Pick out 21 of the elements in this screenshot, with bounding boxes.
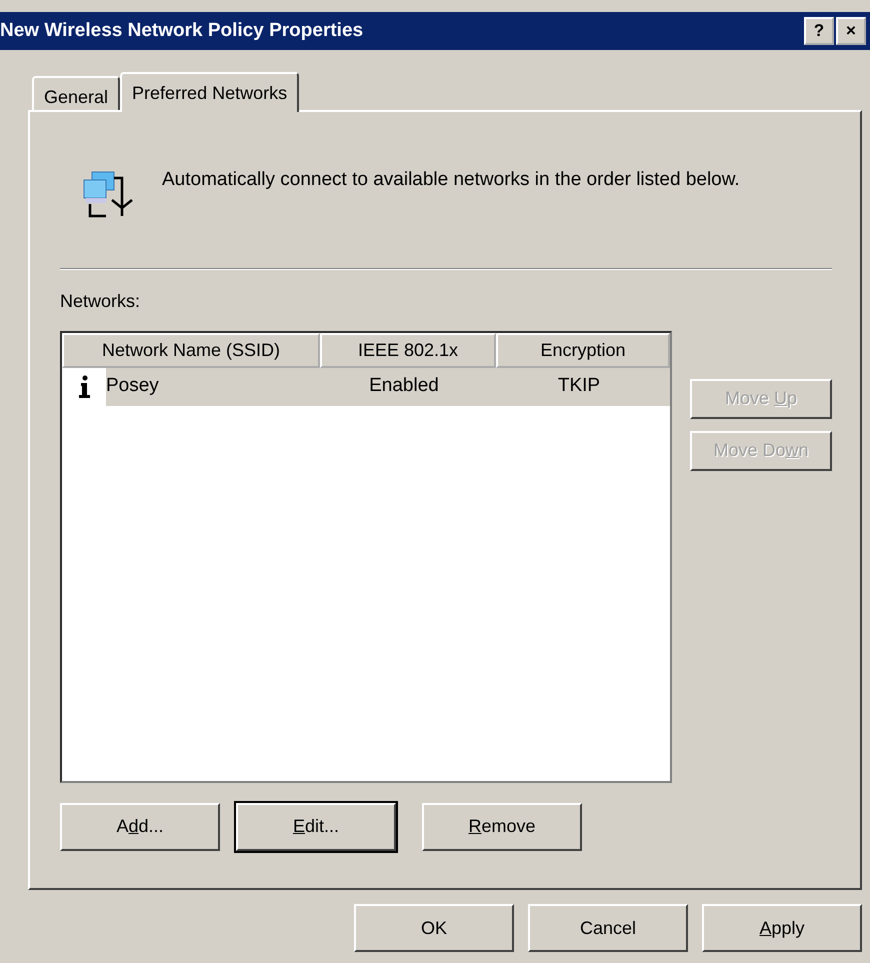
column-header[interactable]: IEEE 802.1x	[320, 332, 496, 368]
edit-button[interactable]: Edit...	[236, 802, 396, 850]
window-title: New Wireless Network Policy Properties	[0, 18, 364, 43]
cancel-button[interactable]: Cancel	[528, 904, 688, 952]
list-row[interactable]: Posey Enabled TKIP	[106, 368, 670, 406]
apply-button[interactable]: Apply	[702, 904, 862, 952]
close-button[interactable]: ×	[836, 17, 866, 45]
tab[interactable]: General	[32, 76, 120, 110]
help-button[interactable]: ?	[804, 17, 834, 45]
remove-button[interactable]: Remove	[422, 802, 582, 850]
add-button[interactable]: Add...	[60, 802, 220, 850]
table-cell-text: Posey	[106, 374, 160, 398]
table-cell-text: TKIP	[556, 374, 602, 398]
column-header[interactable]: Encryption	[496, 332, 670, 368]
column-header[interactable]: Network Name (SSID)	[62, 332, 320, 368]
description-text: Automatically connect to available networks in the order listed below.	[162, 168, 741, 192]
table-cell-text: Enabled	[368, 374, 440, 398]
networks-label: Networks:	[60, 290, 140, 313]
ok-button[interactable]: OK	[354, 904, 514, 952]
tab[interactable]: Preferred Networks	[120, 72, 300, 112]
info-icon	[78, 374, 92, 398]
